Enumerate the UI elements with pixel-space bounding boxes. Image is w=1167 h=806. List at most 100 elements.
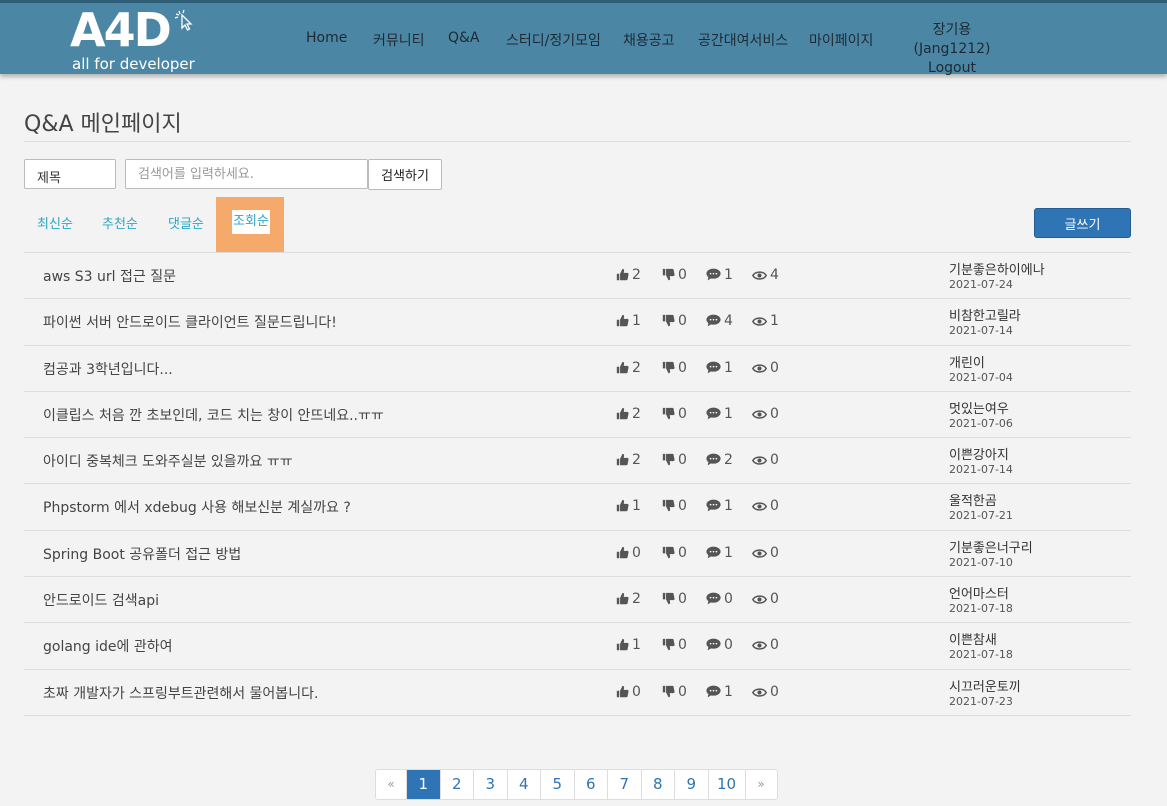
thumbs-down-icon <box>662 685 675 697</box>
post-likes-count: 0 <box>616 684 641 700</box>
logo-text: A4D <box>70 3 172 57</box>
comment-icon <box>706 546 721 559</box>
pagination-next-button[interactable]: » <box>746 770 777 799</box>
comment-icon <box>706 361 721 373</box>
thumbs-up-icon <box>616 407 629 420</box>
pagination-page-2[interactable]: 2 <box>441 770 474 799</box>
post-title[interactable]: 파이썬 서버 안드로이드 클라이언트 질문드립니다! <box>43 312 337 332</box>
thumbs-down-icon <box>662 500 675 512</box>
post-views-value: 4 <box>770 267 779 283</box>
post-author[interactable]: 이쁜참새 <box>949 629 997 648</box>
post-row[interactable]: Phpstorm 에서 xdebug 사용 해보신분 계실까요 ? 1 0 1 0 울적한… <box>24 484 1131 531</box>
post-comments-value: 1 <box>724 544 733 561</box>
nav-community[interactable]: 커뮤니티 <box>373 30 425 50</box>
post-likes-count: 2 <box>616 591 641 607</box>
post-title[interactable]: Spring Boot 공유폴더 접근 방법 <box>43 544 241 564</box>
page-title: Q&A 메인페이지 <box>24 112 182 137</box>
post-dislikes-count: 0 <box>662 267 687 283</box>
search-field-select[interactable]: 제목 <box>24 159 116 189</box>
sort-tab-recommended[interactable]: 추천순 <box>102 213 138 232</box>
thumbs-up-icon <box>616 546 629 558</box>
post-author[interactable]: 비참한고릴라 <box>949 305 1021 324</box>
post-comments-count: 4 <box>706 313 733 329</box>
post-date: 2021-07-24 <box>949 278 1013 291</box>
comment-icon <box>706 685 721 698</box>
post-row[interactable]: 초짜 개발자가 스프링부트관련해서 물어봅니다. 0 0 1 0 시끄러운토끼 2021-0… <box>24 670 1131 716</box>
site-logo[interactable]: A4D all for developer <box>70 3 195 73</box>
post-views-value: 1 <box>770 313 779 330</box>
post-comments-count: 1 <box>706 684 733 700</box>
pagination-page-8[interactable]: 8 <box>642 770 675 799</box>
user-menu: 장기용(Jang1212) Logout <box>896 21 1008 78</box>
post-comments-count: 1 <box>706 267 733 283</box>
post-comments-value: 1 <box>724 267 733 283</box>
post-author[interactable]: 멋있는여우 <box>949 398 1009 417</box>
nav-qna[interactable]: Q&A <box>448 30 480 46</box>
post-author[interactable]: 이쁜강아지 <box>949 444 1009 463</box>
post-date: 2021-07-18 <box>949 602 1013 616</box>
post-row[interactable]: golang ide에 관하여 1 0 0 0 이쁜참새 2021-07-18 <box>24 623 1131 670</box>
post-row[interactable]: 이클립스 처음 깐 초보인데, 코드 치는 창이 안뜨네요..ㅠㅠ 2 0 1 0 멋있는… <box>24 392 1131 439</box>
nav-mypage[interactable]: 마이페이지 <box>809 30 873 50</box>
post-author[interactable]: 개린이 <box>949 352 985 371</box>
post-author[interactable]: 언어마스터 <box>949 583 1009 602</box>
post-title[interactable]: 아이디 중복체크 도와주실분 있을까요 ㅠㅠ <box>43 451 293 471</box>
nav-study[interactable]: 스터디/정기모임 <box>506 30 601 50</box>
search-button[interactable]: 검색하기 <box>368 159 442 190</box>
search-input[interactable] <box>125 159 368 189</box>
nav-jobs[interactable]: 채용공고 <box>623 30 675 50</box>
sort-tab-comments[interactable]: 댓글순 <box>168 213 204 232</box>
pagination-prev-button[interactable]: « <box>376 770 407 799</box>
post-comments-count: 1 <box>706 406 733 422</box>
pagination-page-4[interactable]: 4 <box>508 770 541 799</box>
post-views-count: 0 <box>751 545 779 561</box>
sort-tab-views[interactable]: 조회순 <box>232 210 270 234</box>
post-title[interactable]: 컴공과 3학년입니다... <box>43 359 173 379</box>
eye-icon <box>751 271 768 280</box>
post-row[interactable]: 파이썬 서버 안드로이드 클라이언트 질문드립니다! 1 0 4 1 비참한고릴라 2021… <box>24 299 1131 346</box>
thumbs-up-icon <box>616 685 629 697</box>
post-row[interactable]: Spring Boot 공유폴더 접근 방법 0 0 1 0 기분좋은너구리 2021-07… <box>24 531 1131 578</box>
post-row[interactable]: 아이디 중복체크 도와주실분 있을까요 ㅠㅠ 2 0 2 0 이쁜강아지 2021-07-1… <box>24 438 1131 485</box>
post-row[interactable]: 안드로이드 검색api 2 0 0 0 언어마스터 2021-07-18 <box>24 577 1131 624</box>
post-title[interactable]: 초짜 개발자가 스프링부트관련해서 물어봅니다. <box>43 683 318 703</box>
pagination-page-10[interactable]: 10 <box>709 770 746 799</box>
post-row[interactable]: aws S3 url 접근 질문 2 0 1 4 기분좋은하이에나 2021-07-24 <box>24 253 1131 300</box>
post-author[interactable]: 기분좋은하이에나 <box>949 259 1045 278</box>
post-title[interactable]: 이클립스 처음 깐 초보인데, 코드 치는 창이 안뜨네요..ㅠㅠ <box>43 405 384 425</box>
post-comments-value: 1 <box>724 498 733 515</box>
post-author[interactable]: 울적한곰 <box>949 490 997 509</box>
post-dislikes-value: 0 <box>678 313 687 330</box>
post-likes-value: 2 <box>632 591 641 608</box>
post-title[interactable]: golang ide에 관하여 <box>43 636 173 656</box>
title-divider <box>24 141 1131 142</box>
sort-tab-latest[interactable]: 최신순 <box>37 213 73 232</box>
nav-home[interactable]: Home <box>306 30 347 46</box>
user-name[interactable]: 장기용(Jang1212) <box>896 21 1008 59</box>
pagination-page-7[interactable]: 7 <box>608 770 642 799</box>
post-dislikes-value: 0 <box>678 267 687 283</box>
nav-space-rental[interactable]: 공간대여서비스 <box>698 30 788 50</box>
post-title[interactable]: 안드로이드 검색api <box>43 590 159 610</box>
post-comments-count: 0 <box>706 637 733 653</box>
post-author[interactable]: 기분좋은너구리 <box>949 537 1033 556</box>
post-dislikes-count: 0 <box>662 498 687 514</box>
pagination-page-3[interactable]: 3 <box>474 770 508 799</box>
thumbs-up-icon <box>616 454 629 466</box>
pagination-page-6[interactable]: 6 <box>575 770 608 799</box>
comment-icon <box>706 639 721 651</box>
post-row[interactable]: 컴공과 3학년입니다... 2 0 1 0 개린이 2021-07-04 <box>24 346 1131 392</box>
post-dislikes-value: 0 <box>678 452 687 469</box>
pagination-page-9[interactable]: 9 <box>675 770 709 799</box>
logout-link[interactable]: Logout <box>896 59 1008 78</box>
write-post-button[interactable]: 글쓰기 <box>1034 208 1131 238</box>
post-comments-value: 4 <box>724 313 733 330</box>
pagination-page-1[interactable]: 1 <box>407 770 441 799</box>
post-views-value: 0 <box>770 637 779 654</box>
post-title[interactable]: Phpstorm 에서 xdebug 사용 해보신분 계실까요 ? <box>43 497 351 517</box>
post-author[interactable]: 시끄러운토끼 <box>949 676 1021 695</box>
eye-icon <box>751 410 768 419</box>
pagination-page-5[interactable]: 5 <box>541 770 575 799</box>
post-title[interactable]: aws S3 url 접근 질문 <box>43 266 176 286</box>
thumbs-down-icon <box>662 315 675 327</box>
